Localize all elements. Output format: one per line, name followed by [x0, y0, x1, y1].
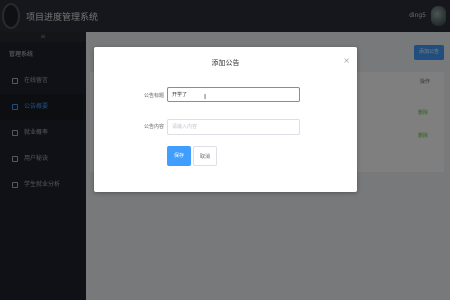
content-label: 公告内容: [143, 124, 164, 130]
title-label: 公告标题: [143, 93, 164, 99]
text-cursor-icon: I: [204, 93, 207, 101]
close-icon[interactable]: ×: [343, 56, 350, 65]
notice-content-textarea[interactable]: [167, 119, 300, 135]
cancel-button[interactable]: 取消: [193, 146, 217, 166]
save-button[interactable]: 保存: [167, 146, 191, 166]
dialog-title: 添加公告: [211, 59, 240, 67]
add-notice-dialog: 添加公告 × 公告标题 I 公告内容 保存 取消: [94, 47, 357, 192]
notice-title-input[interactable]: [167, 87, 300, 102]
